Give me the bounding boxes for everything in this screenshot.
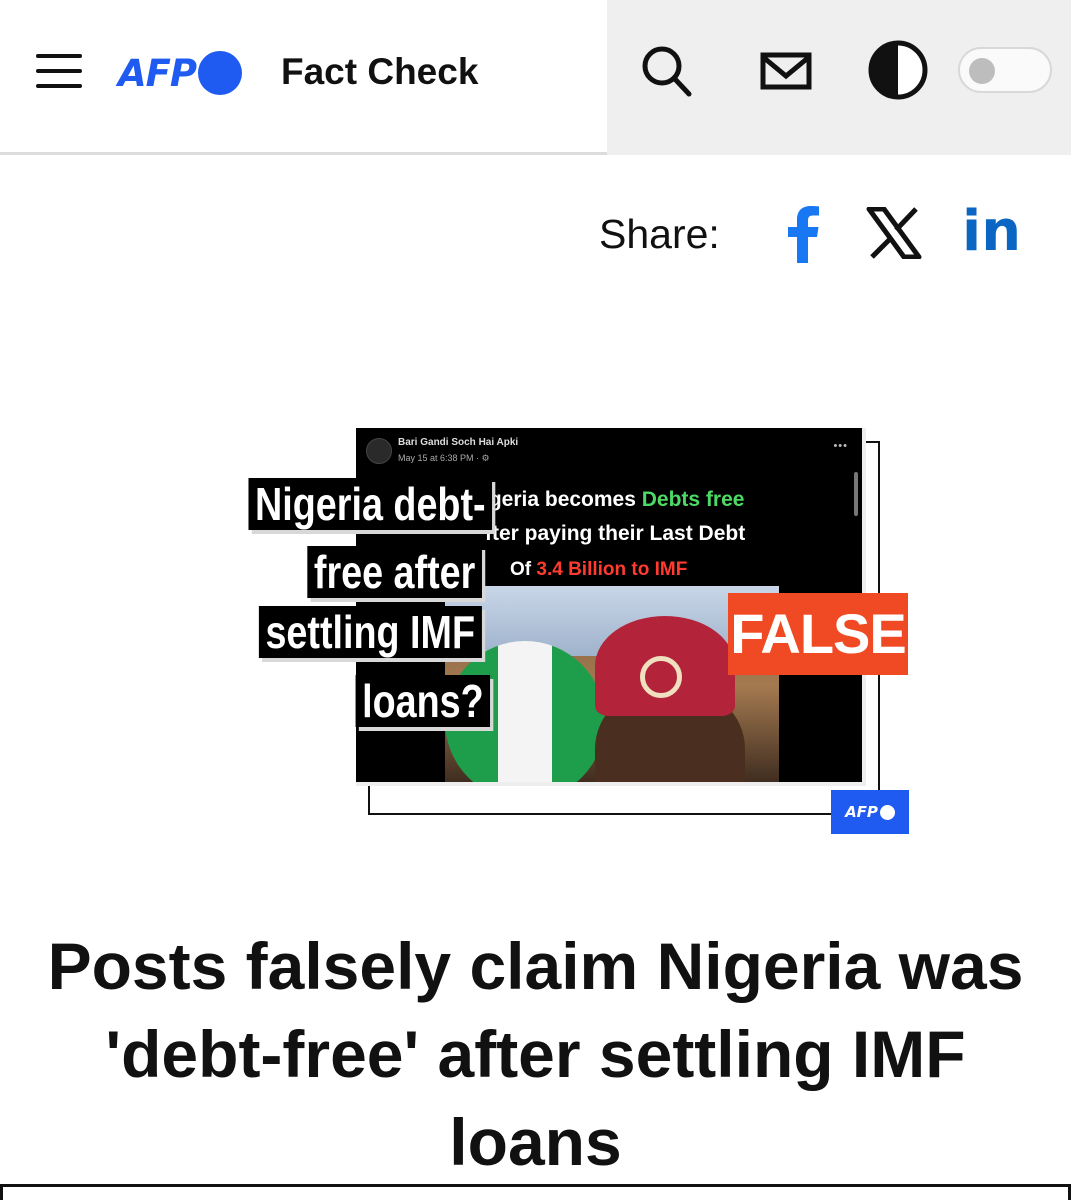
afp-watermark: AFP: [831, 790, 909, 834]
claim-line-3: settling IMF: [259, 606, 482, 658]
mail-icon[interactable]: [756, 40, 816, 100]
claim-overlay: Nigeria debt- free after settling IMF lo…: [170, 470, 492, 800]
post-date: May 15 at 6:38 PM · ⚙: [398, 453, 490, 463]
post-text-3a: Of: [510, 559, 532, 580]
contrast-icon[interactable]: [866, 40, 928, 100]
article-headline: Posts falsely claim Nigeria was 'debt-fr…: [47, 929, 1024, 1179]
logo-dot: [198, 51, 243, 95]
theme-toggle[interactable]: [958, 47, 1052, 93]
site-header: AFP Fact Check: [0, 0, 1071, 155]
search-icon[interactable]: [636, 40, 696, 100]
post-text-1a: igeria becomes: [483, 488, 636, 511]
menu-icon[interactable]: [34, 52, 84, 92]
post-text-line-3: Of 3.4 Billion to IMF: [510, 559, 687, 581]
more-options-icon: •••: [833, 440, 848, 452]
claim-line-1: Nigeria debt-: [248, 478, 492, 530]
logo-text: AFP: [118, 51, 197, 95]
post-scrollbar: [854, 472, 858, 516]
post-text-line-1: igeria becomes Debts free: [483, 488, 744, 512]
afp-watermark-text: AFP: [845, 803, 878, 821]
x-icon[interactable]: [866, 206, 922, 260]
toggle-knob: [969, 58, 995, 84]
share-label: Share:: [599, 211, 720, 257]
facebook-icon[interactable]: [782, 203, 822, 263]
post-text-line-2: fter paying their Last Debt: [485, 522, 746, 545]
post-avatar: [366, 438, 392, 464]
hero-image[interactable]: Bari Gandi Soch Hai Apki May 15 at 6:38 …: [170, 425, 910, 837]
afp-logo[interactable]: AFP: [118, 48, 243, 98]
claim-line-4: loans?: [355, 675, 490, 727]
claim-line-2: free after: [307, 546, 482, 598]
linkedin-icon[interactable]: in: [962, 201, 1022, 263]
post-text-1b: Debts free: [641, 488, 745, 511]
header-divider: [0, 152, 607, 155]
content-card-edge: [0, 1184, 1071, 1200]
verdict-badge: FALSE: [728, 593, 908, 675]
post-author: Bari Gandi Soch Hai Apki: [398, 437, 519, 448]
post-text-3b: 3.4 Billion to IMF: [536, 559, 688, 580]
brand-title[interactable]: Fact Check: [281, 48, 478, 96]
